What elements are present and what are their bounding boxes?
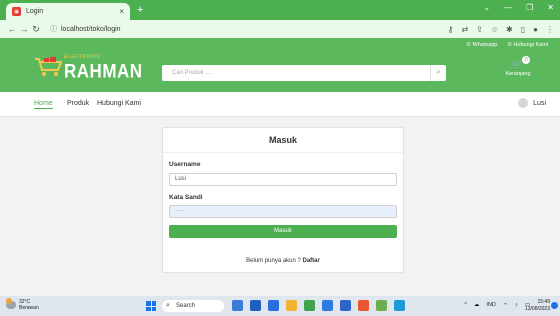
tab-title: Login xyxy=(26,8,44,15)
star-icon[interactable]: ☆ xyxy=(491,25,498,34)
translate-icon[interactable]: ⇄ xyxy=(461,25,468,34)
browser-actions: ⚷ ⇄ ⇪ ☆ ✱ ▯ ● ⋮ xyxy=(448,25,554,34)
chevron-up-icon[interactable]: ^ xyxy=(464,302,467,309)
password-field[interactable]: ···· xyxy=(169,205,397,218)
taskbar-apps xyxy=(232,300,405,311)
favicon-icon: ▣ xyxy=(12,7,21,16)
search-icon: ⌕ xyxy=(166,302,170,309)
volume-icon[interactable]: ♪ xyxy=(515,302,518,309)
app-icon[interactable] xyxy=(250,300,261,311)
nav-produk[interactable]: Produk xyxy=(67,100,89,107)
profile-icon[interactable]: ● xyxy=(533,25,538,34)
password-label: Kata Sandi xyxy=(169,194,203,201)
avatar xyxy=(518,98,529,108)
app-icon[interactable] xyxy=(322,300,333,311)
register-prompt: Belum punya akun ? Daftar xyxy=(163,258,403,264)
info-icon[interactable]: ⓘ xyxy=(50,24,57,34)
browser-tab-bar: ▣ Login × + ⌄ — ❐ ✕ xyxy=(0,0,560,20)
logo-text: RAHMAN xyxy=(64,60,143,82)
site-logo[interactable]: ELEKTRONIK RAHMAN xyxy=(34,52,142,84)
cart-count-badge: 0 xyxy=(522,56,531,64)
site-header: ✆ Whatsapp ✆ Hubungi Kami ELEKTRONIK RAH… xyxy=(0,38,560,92)
extensions-icon[interactable]: ✱ xyxy=(506,25,513,34)
login-title: Masuk xyxy=(268,135,297,145)
cloud-icon[interactable]: ☁ xyxy=(474,302,480,309)
close-window-icon[interactable]: ✕ xyxy=(547,3,554,12)
cart-button[interactable]: 🛒 0 Keranjang xyxy=(498,56,538,77)
forward-icon[interactable]: → xyxy=(18,24,30,34)
weather-icon xyxy=(6,298,16,309)
user-menu[interactable]: Lusi xyxy=(518,98,546,108)
weather-widget[interactable]: 32°C Berawan xyxy=(6,298,39,311)
windows-start-icon[interactable] xyxy=(146,301,156,311)
username-label: Username xyxy=(169,161,201,168)
username-field[interactable]: Lusi xyxy=(169,173,397,186)
nav-hubungi[interactable]: Hubungi Kami xyxy=(97,100,141,107)
main-nav: Home Produk Hubungi Kami Lusi xyxy=(0,92,560,117)
close-tab-icon[interactable]: × xyxy=(119,7,124,16)
chevron-down-icon[interactable]: ⌄ xyxy=(483,3,490,12)
menu-icon[interactable]: ⋮ xyxy=(546,25,554,34)
login-button[interactable]: Masuk xyxy=(169,225,397,238)
app-icon[interactable] xyxy=(340,300,351,311)
weather-desc: Berawan xyxy=(19,305,39,311)
cart-label: Keranjang xyxy=(505,71,531,77)
card-divider xyxy=(163,152,403,153)
user-name: Lusi xyxy=(533,99,546,107)
cart-logo-icon xyxy=(35,57,62,76)
folder-icon[interactable] xyxy=(286,300,297,311)
clock[interactable]: 15:49 13/08/2023 xyxy=(525,299,550,313)
register-text: Belum punya akun ? xyxy=(246,258,301,264)
clock-time: 15:49 xyxy=(537,299,550,305)
share-icon[interactable]: ⇪ xyxy=(476,25,483,34)
browser-tab[interactable]: ▣ Login × xyxy=(6,3,130,20)
taskbar: 32°C Berawan ⌕ Search ^ ☁ IND ⌔ ♪ ▭ 15:4… xyxy=(0,296,560,316)
top-links: ✆ Whatsapp ✆ Hubungi Kami xyxy=(466,42,548,48)
url-text: localhost/toko/login xyxy=(61,25,121,33)
sidebar-icon[interactable]: ▯ xyxy=(521,25,525,34)
minimize-icon[interactable]: — xyxy=(504,3,512,12)
chrome-icon[interactable] xyxy=(304,300,315,311)
clock-date: 13/08/2023 xyxy=(524,306,550,312)
whatsapp-link[interactable]: ✆ Whatsapp xyxy=(466,42,497,48)
cart-icon: 🛒 0 xyxy=(512,56,531,71)
app-icon[interactable] xyxy=(394,300,405,311)
app-icon[interactable] xyxy=(232,300,243,311)
register-link[interactable]: Daftar xyxy=(303,258,320,264)
wifi-icon[interactable]: ⌔ xyxy=(503,302,508,309)
app-icon[interactable] xyxy=(358,300,369,311)
window-controls: ⌄ — ❐ ✕ xyxy=(483,3,554,12)
contact-link[interactable]: ✆ Hubungi Kami xyxy=(507,42,548,48)
back-icon[interactable]: ← xyxy=(6,24,18,34)
address-bar: ← → ↻ ⓘ localhost/toko/login ⚷ ⇄ ⇪ ☆ ✱ ▯… xyxy=(0,20,560,38)
search-icon[interactable]: ⌕ xyxy=(430,65,446,81)
app-icon[interactable] xyxy=(376,300,387,311)
notification-icon[interactable] xyxy=(551,302,558,309)
search-placeholder: Cari Produk .... xyxy=(172,70,213,76)
language-indicator[interactable]: IND xyxy=(486,302,495,309)
key-icon[interactable]: ⚷ xyxy=(448,25,454,34)
app-icon[interactable] xyxy=(268,300,279,311)
url-field[interactable]: ⓘ localhost/toko/login xyxy=(50,24,121,34)
taskbar-search[interactable]: ⌕ Search xyxy=(162,300,224,312)
login-card: Masuk Username Lusi Kata Sandi ···· Masu… xyxy=(162,127,404,273)
nav-home[interactable]: Home xyxy=(34,100,53,109)
reload-icon[interactable]: ↻ xyxy=(30,24,42,35)
search-input[interactable]: Cari Produk .... ⌕ xyxy=(162,65,446,81)
taskbar-search-label: Search xyxy=(176,303,196,309)
restore-icon[interactable]: ❐ xyxy=(526,3,533,12)
system-tray: ^ ☁ IND ⌔ ♪ ▭ xyxy=(464,302,530,309)
new-tab-button[interactable]: + xyxy=(137,4,143,16)
